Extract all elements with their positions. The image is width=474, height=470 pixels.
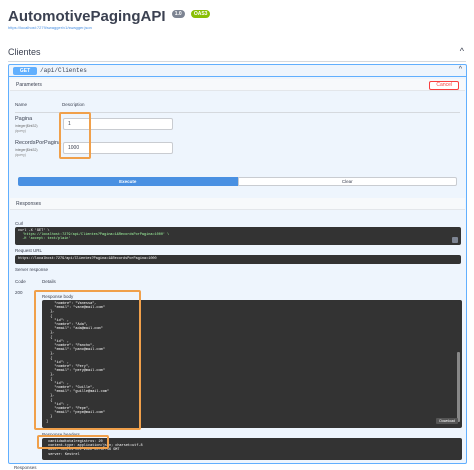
clear-button[interactable]: Clear [237, 177, 457, 186]
execute-button[interactable]: Execute [18, 177, 238, 186]
api-title-text: AutomotivePagingAPI [8, 8, 166, 25]
response-headers-label: Response headers [42, 432, 80, 437]
method-badge: GET [13, 67, 37, 75]
tag-title[interactable]: Clientes [8, 47, 41, 57]
param-type: integer($int32) [15, 124, 38, 128]
operation-summary[interactable]: GET /api/Clientes ^ [9, 65, 466, 77]
parameters-title: Parameters [16, 82, 42, 88]
request-url-block: https://localhost:7279/api/Clientes?Pagi… [15, 255, 461, 264]
chevron-up-icon[interactable]: ^ [460, 46, 464, 56]
cancel-button[interactable]: Cancel [429, 81, 459, 90]
responses-header: Responses [10, 198, 465, 210]
operation-path: /api/Clientes [40, 67, 87, 74]
status-code: 200 [15, 290, 23, 295]
copy-icon[interactable] [452, 237, 458, 243]
curl-block: curl -X 'GET' \ 'https://localhost:7279/… [15, 227, 461, 245]
download-button[interactable]: Download [436, 418, 458, 424]
param-table-divider [15, 112, 460, 113]
curl-label: Curl [15, 221, 24, 226]
response-body-line: ] [46, 419, 49, 424]
details-col-header: Details [42, 279, 56, 284]
responses-bottom-label: Responses [14, 465, 37, 470]
curl-line: -H 'accept: text/plain' [18, 237, 71, 242]
param-in: (query) [15, 129, 27, 133]
spec-link[interactable]: https://localhost:7279/swagger/v1/swagge… [8, 25, 92, 30]
api-title: AutomotivePagingAPI 1.0 OAS3 [8, 8, 211, 25]
request-url: https://localhost:7279/api/Clientes?Pagi… [18, 257, 157, 261]
responses-title: Responses [16, 201, 42, 207]
param-name-records: RecordsPorPagina [15, 140, 62, 146]
response-body-block: "nombre": "Vanessa", "email": "vane@mail… [42, 300, 462, 428]
oas-badge: OAS3 [190, 10, 211, 18]
parameters-header: Parameters Cancel [10, 79, 465, 91]
response-body-lines: "nombre": "Vanessa", "email": "vane@mail… [46, 302, 458, 424]
param-in: (query) [15, 153, 27, 157]
response-headers-block: cantidadtotalregistros: 20 content-type:… [42, 438, 462, 460]
param-type: integer($int32) [15, 148, 38, 152]
param-name-pagina: Pagina [15, 116, 33, 122]
code-col-header: Code [15, 279, 26, 284]
response-body-label: Response body [42, 294, 74, 299]
tag-divider [8, 61, 466, 62]
chevron-up-icon[interactable]: ^ [459, 66, 462, 73]
col-description-header: Description [62, 102, 85, 107]
server-response-label: Server response [15, 267, 49, 272]
action-row: Execute Clear [18, 177, 457, 186]
header-line: server: Kestrel [46, 452, 80, 457]
scrollbar[interactable] [457, 352, 460, 422]
version-badge: 1.0 [171, 10, 185, 18]
records-por-pagina-input[interactable]: 1000 [63, 142, 173, 154]
col-name-header: Name [15, 102, 28, 107]
request-url-label: Request URL [15, 248, 43, 253]
pagina-input[interactable]: 1 [63, 118, 173, 130]
operation-block: GET /api/Clientes ^ Parameters Cancel Na… [8, 64, 467, 464]
